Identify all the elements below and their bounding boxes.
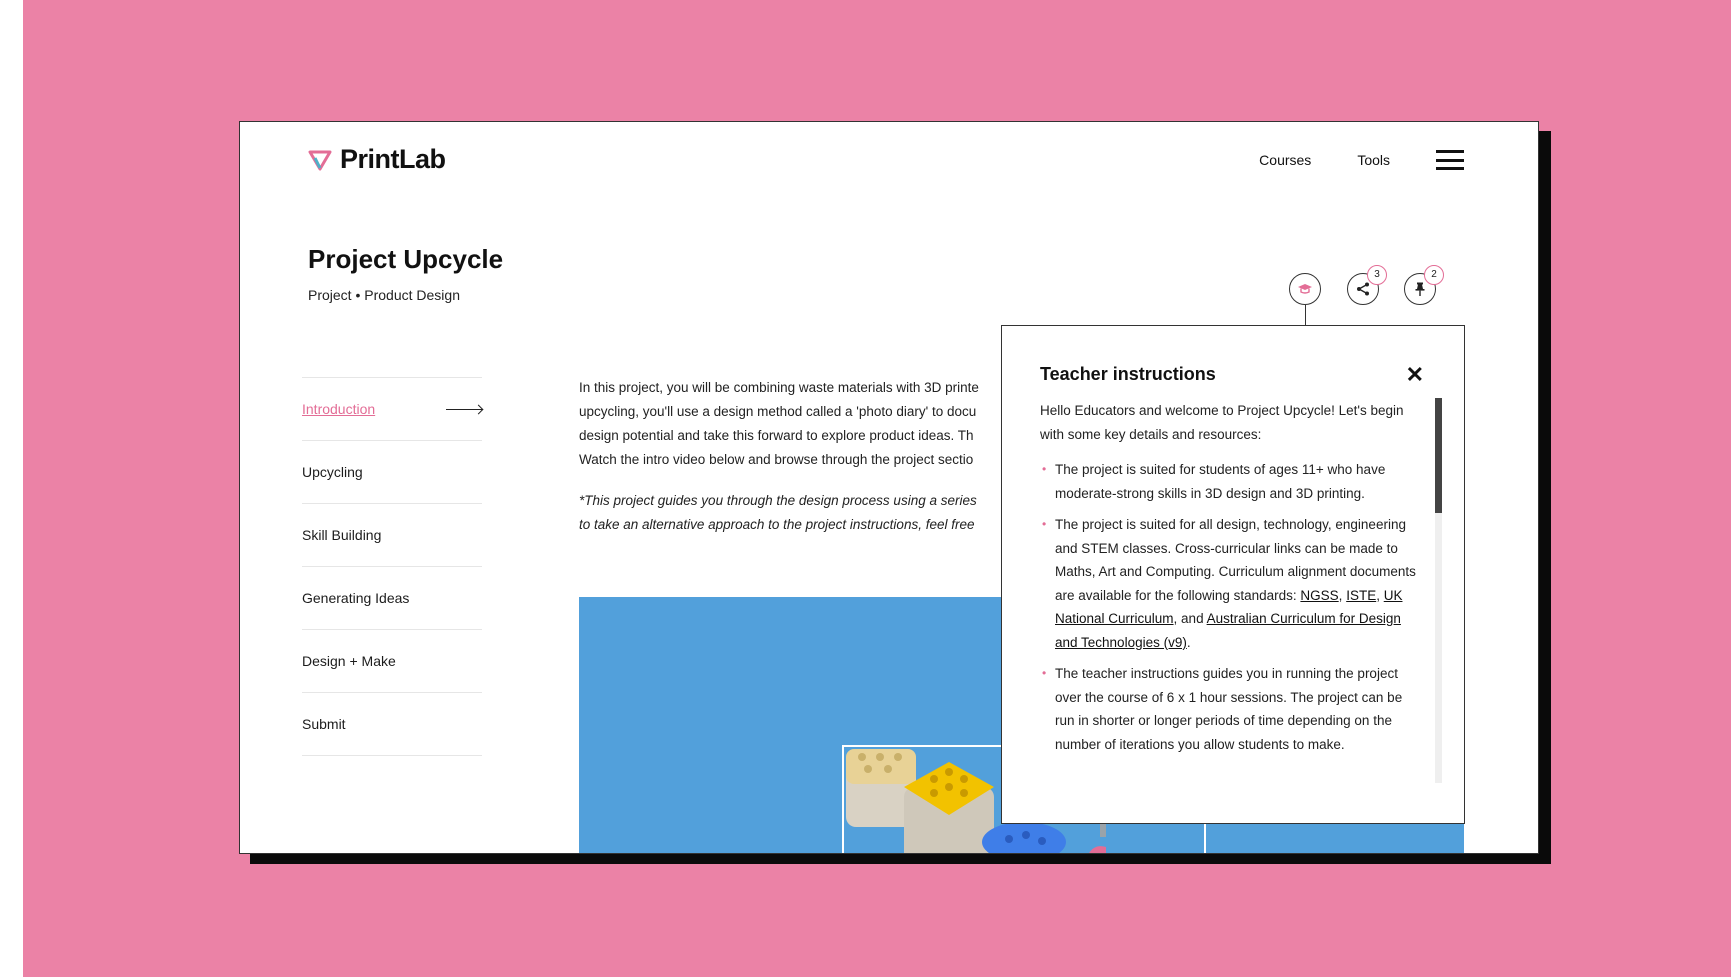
pin-icon (1415, 282, 1425, 296)
and-text: , and (1173, 611, 1204, 626)
top-nav: Courses Tools (1259, 150, 1464, 170)
panel-bullet-sessions: The teacher instructions guides you in r… (1042, 662, 1418, 756)
intro-note-line: *This project guides you through the des… (579, 493, 977, 508)
sidebar-item-label: Upcycling (302, 464, 363, 480)
iste-link[interactable]: ISTE (1346, 588, 1376, 603)
panel-scrollbar[interactable] (1435, 398, 1442, 783)
graduation-cap-icon (1298, 284, 1312, 294)
panel-bullet-ages: The project is suited for students of ag… (1042, 458, 1418, 505)
browser-window: PrintLab Courses Tools Project Upcycle P… (239, 121, 1539, 854)
section-nav: Introduction Upcycling Skill Building Ge… (302, 377, 482, 756)
breadcrumb: Project • Product Design (308, 287, 460, 303)
sidebar-item-submit[interactable]: Submit (302, 693, 482, 756)
sidebar-item-design-make[interactable]: Design + Make (302, 630, 482, 693)
intro-note-line: to take an alternative approach to the p… (579, 517, 975, 532)
sidebar-item-label: Introduction (302, 401, 376, 417)
sidebar-item-label: Submit (302, 716, 346, 732)
nav-courses-link[interactable]: Courses (1259, 152, 1311, 168)
breadcrumb-category[interactable]: Project (308, 287, 352, 303)
page-title: Project Upcycle (308, 244, 504, 274)
sidebar-item-label: Generating Ideas (302, 590, 410, 606)
nav-tools-link[interactable]: Tools (1357, 152, 1390, 168)
panel-bullet-curriculum: The project is suited for all design, te… (1042, 513, 1418, 654)
teacher-instructions-panel: Teacher instructions ✕ Hello Educators a… (1001, 325, 1465, 824)
sidebar-item-skill-building[interactable]: Skill Building (302, 504, 482, 567)
arrow-right-icon (446, 408, 482, 410)
panel-intro: Hello Educators and welcome to Project U… (1040, 403, 1404, 442)
sidebar-item-generating-ideas[interactable]: Generating Ideas (302, 567, 482, 630)
panel-connector-line (1305, 305, 1306, 325)
sidebar-item-upcycling[interactable]: Upcycling (302, 441, 482, 504)
share-button[interactable]: 3 (1347, 265, 1387, 305)
panel-bullet-list: The project is suited for students of ag… (1040, 458, 1418, 756)
intro-text: In this project, you will be combining w… (579, 376, 1009, 537)
panel-body: Hello Educators and welcome to Project U… (1040, 399, 1418, 814)
breadcrumb-subcategory[interactable]: Product Design (364, 287, 460, 303)
intro-line: design potential and take this forward t… (579, 428, 974, 443)
teacher-instructions-button[interactable] (1289, 273, 1321, 305)
scrollbar-thumb[interactable] (1435, 398, 1442, 513)
pin-count-badge: 2 (1424, 265, 1444, 285)
sidebar-item-label: Skill Building (302, 527, 382, 543)
sidebar-item-introduction[interactable]: Introduction (302, 378, 482, 441)
sidebar-item-label: Design + Make (302, 653, 396, 669)
share-count-badge: 3 (1367, 265, 1387, 285)
intro-line: In this project, you will be combining w… (579, 380, 979, 395)
hamburger-menu-icon[interactable] (1436, 150, 1464, 170)
breadcrumb-separator: • (355, 287, 365, 303)
ngss-link[interactable]: NGSS (1300, 588, 1338, 603)
logo-text: PrintLab (340, 144, 446, 174)
printlab-logo-icon (308, 150, 332, 170)
comma: , (1376, 587, 1384, 603)
close-icon[interactable]: ✕ (1406, 364, 1424, 386)
printlab-logo[interactable]: PrintLab (308, 144, 446, 175)
panel-title: Teacher instructions (1040, 364, 1216, 384)
intro-line: Watch the intro video below and browse t… (579, 452, 974, 467)
intro-line: upcycling, you'll use a design method ca… (579, 404, 977, 419)
share-icon (1357, 282, 1369, 296)
period: . (1186, 634, 1191, 650)
pin-button[interactable]: 2 (1404, 265, 1444, 305)
